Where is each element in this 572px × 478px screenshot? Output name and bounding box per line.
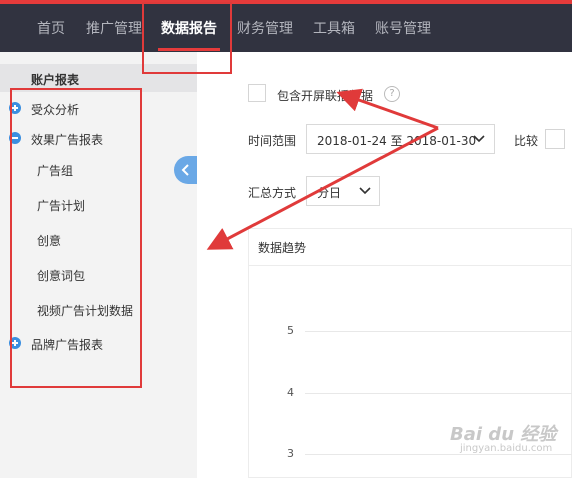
sidebar-item-creative[interactable]: 创意: [37, 232, 61, 249]
time-range-select[interactable]: 2018-01-24 至 2018-01-30: [306, 124, 495, 154]
gridline: [305, 393, 572, 394]
top-nav-bar: 首页 推广管理 数据报告 财务管理 工具箱 账号管理: [0, 0, 572, 52]
chevron-left-icon: [181, 164, 189, 176]
compare-checkbox[interactable]: [545, 129, 565, 149]
baidu-watermark-url: jingyan.baidu.com: [460, 443, 553, 454]
y-tick-label: 4: [287, 386, 294, 399]
aggregate-value: 分日: [317, 186, 342, 200]
aggregate-select[interactable]: 分日: [306, 176, 380, 206]
sidebar-item-ad-group[interactable]: 广告组: [37, 162, 73, 179]
nav-account-management[interactable]: 账号管理: [375, 18, 431, 38]
plus-circle-icon[interactable]: [9, 102, 21, 114]
sidebar-item-performance-ads-report[interactable]: 效果广告报表: [31, 131, 103, 148]
y-tick-label: 5: [287, 324, 294, 337]
nav-promotion-management[interactable]: 推广管理: [86, 18, 142, 38]
gridline: [305, 454, 572, 455]
include-splash-checkbox[interactable]: [248, 84, 266, 102]
aggregate-label: 汇总方式: [248, 186, 297, 200]
nav-finance-management[interactable]: 财务管理: [237, 18, 293, 38]
sidebar-header-label: 账户报表: [31, 73, 80, 87]
sidebar-item-brand-ads-report[interactable]: 品牌广告报表: [31, 336, 103, 353]
sidebar: 账户报表 受众分析 效果广告报表 广告组 广告计划 创意 创意词包 视频广告计划…: [0, 52, 197, 478]
time-range-label: 时间范围: [248, 134, 297, 148]
nav-toolbox[interactable]: 工具箱: [313, 18, 355, 38]
sidebar-collapse-button[interactable]: [174, 156, 198, 184]
plus-circle-icon[interactable]: [9, 337, 21, 349]
chart-title: 数据趋势: [258, 241, 307, 255]
sidebar-item-ad-plan[interactable]: 广告计划: [37, 197, 85, 214]
nav-active-indicator: [158, 48, 220, 51]
sidebar-item-video-ad-plan-data[interactable]: 视频广告计划数据: [37, 302, 133, 319]
top-accent-line: [0, 0, 572, 4]
y-tick-label: 3: [287, 447, 294, 460]
minus-circle-icon[interactable]: [9, 132, 21, 144]
nav-data-report[interactable]: 数据报告: [161, 18, 217, 38]
nav-home[interactable]: 首页: [37, 18, 65, 38]
chart-header-divider: [249, 265, 572, 266]
include-splash-label: 包含开屏联播数据: [277, 89, 374, 103]
sidebar-item-creative-word-pack[interactable]: 创意词包: [37, 267, 85, 284]
chevron-down-icon: [473, 135, 485, 143]
sidebar-item-audience-analysis[interactable]: 受众分析: [31, 101, 79, 118]
gridline: [305, 331, 572, 332]
chevron-down-icon: [359, 187, 371, 195]
sidebar-header[interactable]: 账户报表: [0, 64, 197, 92]
compare-label: 比较: [514, 134, 539, 148]
help-icon[interactable]: ?: [384, 86, 400, 102]
time-range-value: 2018-01-24 至 2018-01-30: [317, 134, 477, 148]
